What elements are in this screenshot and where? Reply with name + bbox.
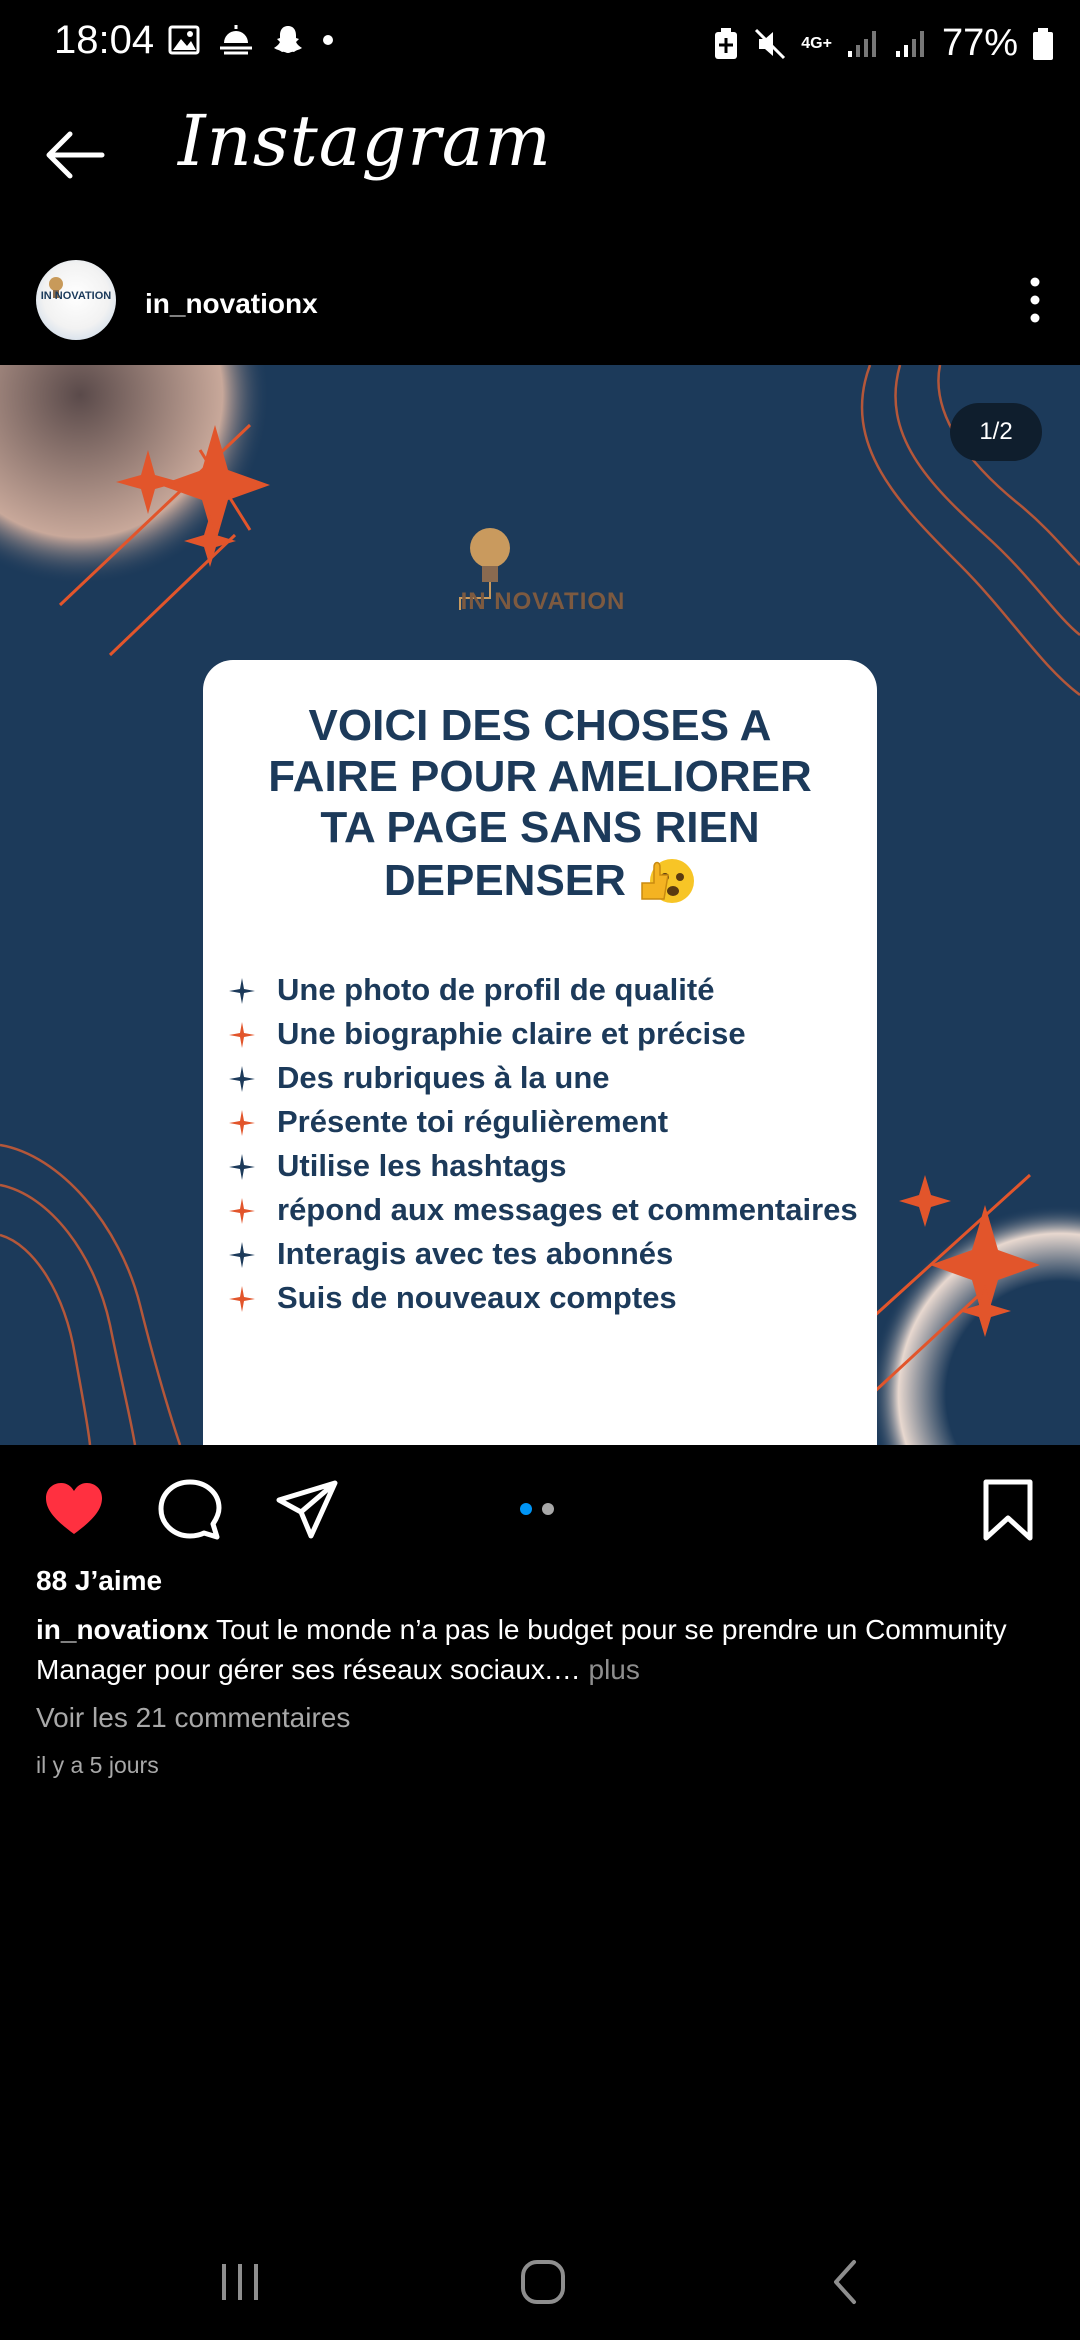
app-title-logo: Instagram [178,100,552,182]
home-icon [521,2260,565,2304]
sparkle-orange-icon [229,1022,255,1048]
tip-text: Interagis avec tes abonnés [277,1236,674,1271]
sparkle-orange-icon [229,1198,255,1224]
tips-card: VOICI DES CHOSES A FAIRE POUR AMELIORER … [203,660,877,1445]
status-bar: 18:04 4G+ 77% [0,0,1080,90]
save-button[interactable] [976,1478,1040,1542]
sparkle-orange-icon [229,1286,255,1312]
post-action-bar [0,1450,1080,1560]
post-username[interactable]: in_novationx [145,288,318,320]
recent-apps-button[interactable] [205,2252,275,2312]
tip-item: Des rubriques à la une [223,1056,863,1100]
share-button[interactable] [275,1478,339,1542]
avatar[interactable]: IN NOVATION [36,260,116,340]
arrow-left-icon [46,131,105,179]
tip-text: répond aux messages et commentaires [277,1192,858,1227]
recent-apps-icon [222,2264,258,2300]
bookmark-icon [983,1479,1033,1541]
sparkle-navy-icon [229,1066,255,1092]
post-timestamp: il y a 5 jours [36,1752,159,1778]
tip-item: répond aux messages et commentaires [223,1188,863,1232]
post-caption: in_novationx Tout le monde n’a pas le bu… [36,1610,1046,1690]
sparkle-navy-icon [229,978,255,1004]
tip-text: Utilise les hashtags [277,1148,567,1183]
status-time: 18:04 [54,18,155,62]
caption-more-link[interactable]: plus [581,1654,639,1685]
network-type-label: 4G+ [801,34,832,52]
caption-username[interactable]: in_novationx [36,1614,209,1645]
chevron-left-icon [834,2260,856,2304]
dot-icon [323,35,333,45]
tip-item: Une biographie claire et précise [223,1012,863,1056]
post-image[interactable]: 1/2 IN NOVATION VOICI DES CHOSES A FAIRE… [0,365,1080,1445]
sparkle-navy-icon [229,1154,255,1180]
card-title-line-last: DEPENSER [203,853,877,906]
lightbulb-icon [459,528,510,610]
comment-button[interactable] [158,1478,222,1542]
mute-icon [755,28,786,59]
thumbs-up-emoji-icon [641,859,695,903]
system-nav-bar [0,2230,1080,2340]
card-title-line: TA PAGE SANS RIEN [320,803,760,852]
sparkle-orange-icon [229,1110,255,1136]
tip-text: Des rubriques à la une [277,1060,610,1095]
more-vertical-icon [1030,277,1040,323]
avatar-brand-text: IN NOVATION [40,290,112,302]
tip-item: Interagis avec tes abonnés [223,1232,863,1276]
card-title: VOICI DES CHOSES A FAIRE POUR AMELIORER … [203,700,877,906]
like-button[interactable] [42,1478,106,1542]
tip-item: Suis de nouveaux comptes [223,1276,863,1320]
status-system-icons: 4G+ 77% [713,22,1054,65]
battery-icon [1033,27,1053,60]
sparkle-navy-icon [229,1242,255,1268]
card-title-line: FAIRE POUR AMELIORER [268,752,812,801]
tip-text: Une photo de profil de qualité [277,972,715,1007]
battery-percentage: 77% [941,22,1018,64]
tip-item: Présente toi régulièrement [223,1100,863,1144]
battery-saver-icon [715,27,738,59]
tips-list: Une photo de profil de qualité Une biogr… [223,968,863,1320]
card-title-line: VOICI DES CHOSES A [308,701,772,750]
heart-filled-icon [46,1483,102,1534]
app-header: Instagram [0,90,1080,230]
comment-icon [158,1479,222,1540]
carousel-counter: 1/2 [950,403,1042,461]
signal-icon-2 [895,30,924,57]
tip-text: Présente toi régulièrement [277,1104,669,1139]
post-header: IN NOVATION in_novationx [0,250,1080,360]
tip-text: Suis de nouveaux comptes [277,1280,677,1315]
home-button[interactable] [508,2252,578,2312]
tip-text: Une biographie claire et précise [277,1016,746,1051]
send-icon [276,1480,338,1539]
gallery-icon [168,25,200,55]
carousel-dot-active [520,1503,532,1515]
brand-logo-text: IN NOVATION [460,588,626,615]
snapchat-icon [274,26,302,53]
view-comments-link[interactable]: Voir les 21 commentaires [36,1702,350,1734]
back-button[interactable] [40,120,110,190]
tip-item: Utilise les hashtags [223,1144,863,1188]
more-options-button[interactable] [1020,270,1050,330]
brand-logo: IN NOVATION [448,520,638,640]
status-notification-icons [168,24,334,56]
likes-count[interactable]: 88 J’aime [36,1565,162,1597]
back-nav-button[interactable] [810,2252,880,2312]
carousel-dot [542,1503,554,1515]
weather-icon [220,25,252,55]
card-title-line: DEPENSER [383,856,626,905]
carousel-indicator [520,1503,554,1515]
signal-icon [847,30,876,57]
tip-item: Une photo de profil de qualité [223,968,863,1012]
